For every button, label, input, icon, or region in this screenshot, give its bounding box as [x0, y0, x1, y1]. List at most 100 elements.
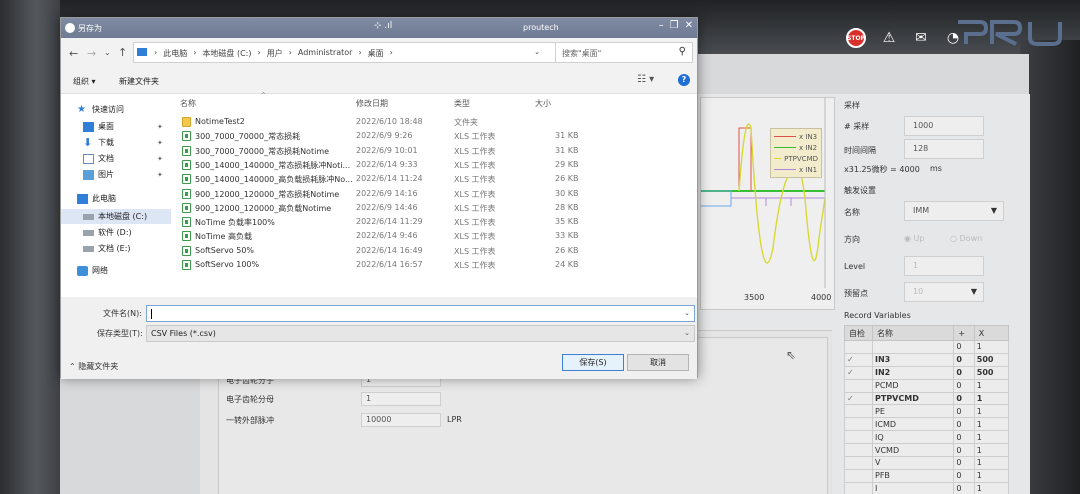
file-row[interactable]: SoftServo 100% 2022/6/14 16:57 XLS 工作表 24 K… [175, 258, 695, 272]
up-icon[interactable]: ↑ [118, 46, 127, 59]
level-input[interactable]: 1 [904, 256, 984, 276]
back-icon[interactable]: ← [69, 47, 78, 60]
rv-plus: 0 [953, 443, 975, 458]
rv-row[interactable]: V01 [844, 456, 1010, 470]
pulse-input[interactable]: 10000 [361, 413, 441, 427]
breadcrumb-item[interactable]: 此电脑 [163, 48, 187, 59]
nav-quick-access[interactable]: ★ 快速访问 [77, 104, 124, 115]
rv-check[interactable] [844, 468, 873, 483]
column-name[interactable]: 名称 [180, 98, 196, 109]
breadcrumb-item[interactable]: Administrator [298, 48, 353, 59]
pretrigger-select[interactable]: 10 ▼ [904, 282, 984, 302]
rv-check[interactable] [844, 378, 873, 393]
new-folder-button[interactable]: 新建文件夹 [119, 76, 159, 87]
view-options-icon[interactable]: ☷ ▾ [637, 74, 654, 85]
pulse-label: 一转外部脉冲 [226, 416, 274, 425]
rv-plus: 0 [953, 430, 975, 445]
pin-signal-icon: ⊹ .ıl [374, 21, 393, 31]
recent-chevron-icon[interactable]: ⌄ [104, 48, 111, 57]
rv-row[interactable]: ICMD 0 1 [844, 417, 1010, 432]
organize-button[interactable]: 组织 ▾ [73, 76, 96, 87]
filetype-select[interactable]: CSV Files (*.csv) ⌄ [146, 325, 695, 342]
rv-check[interactable]: ✓ [844, 352, 873, 367]
direction-up-radio[interactable]: ◉ Up [904, 234, 924, 243]
file-date: 2022/6/14 11:24 [356, 174, 423, 184]
nav-network[interactable]: 网络 [77, 265, 108, 276]
rv-check[interactable]: ✓ [844, 391, 873, 406]
nav-pictures[interactable]: 图片 ✦ [83, 169, 163, 180]
help-icon[interactable]: ? [678, 74, 690, 86]
hide-folders-toggle[interactable]: ⌃ 隐藏文件夹 [69, 361, 118, 372]
mail-icon[interactable]: ✉ [912, 29, 930, 47]
breadcrumb-item[interactable]: 用户 [267, 48, 283, 59]
rv-check[interactable] [844, 404, 873, 419]
cancel-button[interactable]: 取消 [627, 354, 689, 371]
rv-row[interactable]: I01 [844, 481, 1010, 494]
warning-icon[interactable]: ⚠ [880, 29, 898, 47]
direction-down-radio[interactable]: ○ Down [950, 234, 982, 243]
file-row[interactable]: NoTime 负载率100% 2022/6/14 11:29 XLS 工作表 35 K… [175, 215, 695, 229]
brand-logo [958, 20, 1062, 46]
filename-input[interactable]: ⌄ [146, 305, 695, 322]
restore-icon[interactable]: ❐ [670, 20, 679, 31]
trigger-name-select[interactable]: IMM ▼ [904, 201, 1004, 221]
nav-drive-d[interactable]: 软件 (D:) [83, 227, 132, 238]
rv-row[interactable]: 01 [844, 340, 1010, 354]
file-row[interactable]: 500_14000_140000_常态损耗脉冲Noti... 2022/6/14 … [175, 158, 695, 172]
close-icon[interactable]: ✕ [685, 20, 693, 31]
rv-check[interactable] [844, 481, 873, 494]
file-date: 2022/6/14 16:49 [356, 245, 423, 255]
forward-icon[interactable]: → [87, 47, 96, 60]
rv-row[interactable]: ✓ IN2 0 500 [844, 365, 1010, 380]
breadcrumb-item[interactable]: 桌面 [368, 48, 384, 59]
nav-this-pc[interactable]: 此电脑 [77, 193, 116, 204]
file-type: XLS 工作表 [454, 261, 496, 270]
rv-row[interactable]: PFB 0 1 [844, 468, 1010, 483]
rv-check[interactable] [844, 443, 873, 458]
nav-documents[interactable]: 文档 ✦ [83, 153, 163, 164]
file-row[interactable]: 900_12000_120000_常态损耗Notime 2022/6/9 14:1… [175, 187, 695, 201]
rv-check[interactable] [844, 417, 873, 432]
file-name: 900_12000_120000_高负载Notime [195, 203, 332, 213]
nav-downloads[interactable]: ⬇ 下载 ✦ [83, 137, 163, 148]
search-placeholder: 搜索"桌面" [562, 49, 602, 58]
minimize-icon[interactable]: – [659, 20, 664, 31]
interval-input[interactable]: 128 [904, 139, 984, 159]
column-date[interactable]: 修改日期 [356, 98, 388, 109]
rv-check[interactable]: ✓ [844, 365, 873, 380]
gear-denominator-input[interactable]: 1 [361, 392, 441, 406]
file-row[interactable]: 900_12000_120000_高负载Notime 2022/6/9 14:46… [175, 201, 695, 215]
stop-icon[interactable]: STOP [846, 28, 866, 48]
file-type: XLS 工作表 [454, 132, 496, 142]
file-row[interactable]: 300_7000_70000_常态损耗 2022/6/9 9:26 XLS 工作表 3… [175, 129, 695, 143]
rv-row[interactable]: VCMD 0 1 [844, 443, 1010, 458]
x-tick-label: 4000 [811, 293, 832, 302]
column-size[interactable]: 大小 [535, 98, 551, 109]
rv-row[interactable]: ✓ IN3 0 500 [844, 352, 1010, 367]
nav-drive-e[interactable]: 文档 (E:) [83, 243, 131, 254]
column-type[interactable]: 类型 [454, 98, 470, 109]
nav-desktop[interactable]: 桌面 ✦ [83, 121, 163, 132]
sample-count-input[interactable]: 1000 [904, 116, 984, 136]
rv-row[interactable]: PE 0 1 [844, 404, 1010, 419]
save-button[interactable]: 保存(S) [562, 354, 624, 371]
file-row[interactable]: 300_7000_70000_常态损耗Notime 2022/6/9 10:01 X… [175, 144, 695, 158]
breadcrumb-item[interactable]: 本地磁盘 (C:) [202, 48, 251, 59]
rv-row[interactable]: PCMD 0 1 [844, 378, 1010, 393]
nav-drive-c[interactable]: 本地磁盘 (C:) [83, 211, 147, 222]
address-bar[interactable]: › 此电脑 › 本地磁盘 (C:) › 用户 › Administrator ›… [133, 42, 577, 63]
rv-row[interactable]: ✓ PTPVCMD 0 1 [844, 391, 1010, 406]
search-input[interactable]: 搜索"桌面" ⚲ [555, 42, 693, 63]
rv-check[interactable] [844, 340, 873, 354]
rv-check[interactable] [844, 456, 873, 470]
rv-check[interactable] [844, 430, 873, 445]
file-row[interactable]: NotimeTest2 2022/6/10 18:48 文件夹 [175, 115, 695, 129]
file-row[interactable]: SoftServo 50% 2022/6/14 16:49 XLS 工作表 26 KB [175, 244, 695, 258]
sort-up-icon: ^ [261, 92, 267, 99]
file-row[interactable]: NoTime 高负载 2022/6/14 9:46 XLS 工作表 33 KB [175, 229, 695, 243]
rv-row[interactable]: IQ 0 1 [844, 430, 1010, 445]
chevron-down-icon[interactable]: ⌄ [684, 309, 690, 317]
file-row[interactable]: 500_14000_140000_高负载损耗脉冲No... 2022/6/14 1… [175, 172, 695, 186]
pin-icon: ✦ [157, 154, 163, 163]
address-dropdown-icon[interactable]: ⌄ [534, 48, 540, 56]
